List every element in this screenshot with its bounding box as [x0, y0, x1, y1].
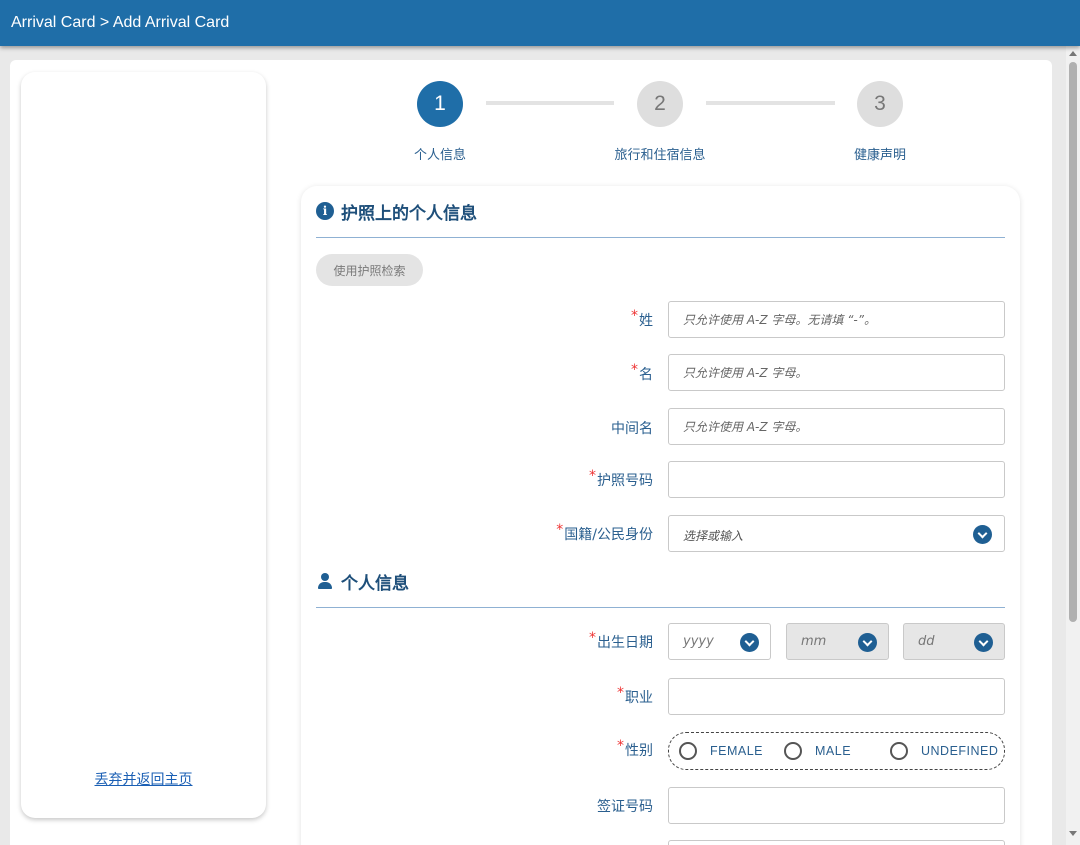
- radio-icon[interactable]: [784, 742, 802, 760]
- middle-name-label: 中间名: [611, 421, 653, 437]
- nationality-label: *国籍/公民身份: [556, 522, 653, 543]
- discard-return-home-link[interactable]: 丢弃并返回主页: [21, 769, 266, 789]
- passport-number-label: *护照号码: [589, 468, 653, 489]
- chevron-down-icon[interactable]: [973, 525, 992, 544]
- scroll-down-arrow-icon[interactable]: [1069, 831, 1077, 836]
- person-icon: [316, 572, 334, 590]
- next-field-input[interactable]: [668, 840, 1005, 845]
- occupation-input[interactable]: [668, 678, 1005, 715]
- radio-icon[interactable]: [679, 742, 697, 760]
- chevron-down-icon[interactable]: [740, 633, 759, 652]
- info-icon: i: [316, 202, 334, 220]
- page-title: Arrival Card > Add Arrival Card: [11, 14, 230, 31]
- chevron-down-icon[interactable]: [858, 633, 877, 652]
- surname-label: *姓: [631, 308, 653, 329]
- step-1-label: 个人信息: [413, 148, 466, 163]
- step-connector-1: [486, 101, 614, 105]
- step-2-label: 旅行和住宿信息: [614, 148, 706, 163]
- required-mark: *: [589, 468, 596, 484]
- progress-stepper: 1 2 3 个人信息 旅行和住宿信息 健康声明: [300, 70, 1020, 182]
- section-divider: [316, 607, 1005, 608]
- given-name-input[interactable]: [668, 354, 1005, 391]
- required-mark: *: [617, 738, 624, 754]
- year-placeholder: yyyy: [683, 634, 714, 649]
- visa-number-input[interactable]: [668, 787, 1005, 824]
- personal-section-title: 个人信息: [341, 573, 409, 594]
- passport-section-header: i 护照上的个人信息: [316, 199, 477, 224]
- gender-label: *性别: [617, 738, 653, 759]
- nationality-placeholder: 选择或输入: [683, 529, 744, 543]
- surname-input[interactable]: [668, 301, 1005, 338]
- step-2-circle[interactable]: 2: [637, 81, 683, 127]
- scroll-up-arrow-icon[interactable]: [1069, 51, 1077, 56]
- visa-number-label: 签证号码: [597, 799, 653, 815]
- personal-section-header: 个人信息: [316, 569, 409, 594]
- gender-option-undefined[interactable]: UNDEFINED: [890, 742, 998, 760]
- nationality-select[interactable]: 选择或输入: [668, 515, 1005, 552]
- dob-year-select[interactable]: yyyy: [668, 623, 771, 660]
- step-3-label: 健康声明: [853, 148, 906, 163]
- given-name-label: *名: [631, 362, 653, 383]
- gender-option-male[interactable]: MALE: [784, 742, 851, 760]
- step-3-circle[interactable]: 3: [857, 81, 903, 127]
- scroll-thumb[interactable]: [1069, 62, 1077, 622]
- passport-search-button[interactable]: 使用护照检索: [316, 254, 423, 286]
- required-mark: *: [556, 522, 564, 538]
- required-mark: *: [617, 685, 624, 701]
- gender-option-female[interactable]: FEMALE: [679, 742, 763, 760]
- step-1-circle[interactable]: 1: [417, 81, 463, 127]
- required-mark: *: [631, 308, 638, 324]
- sidebar: 丢弃并返回主页: [21, 72, 266, 818]
- dob-day-select[interactable]: dd: [903, 623, 1005, 660]
- top-bar: Arrival Card > Add Arrival Card: [0, 0, 1080, 46]
- section-divider: [316, 237, 1005, 238]
- middle-name-input[interactable]: [668, 408, 1005, 445]
- gender-radio-group: FEMALE MALE UNDEFINED: [668, 732, 1005, 770]
- step-connector-2: [706, 101, 835, 105]
- dob-label: *出生日期: [589, 630, 653, 651]
- occupation-label: *职业: [617, 685, 653, 706]
- passport-section-title: 护照上的个人信息: [341, 203, 477, 224]
- chevron-down-icon[interactable]: [974, 633, 993, 652]
- passport-number-input[interactable]: [668, 461, 1005, 498]
- required-mark: *: [589, 630, 596, 646]
- dob-month-select[interactable]: mm: [786, 623, 889, 660]
- day-placeholder: dd: [918, 634, 935, 649]
- required-mark: *: [631, 362, 638, 378]
- radio-icon[interactable]: [890, 742, 908, 760]
- month-placeholder: mm: [801, 634, 827, 649]
- page-scrollbar[interactable]: [1066, 46, 1080, 845]
